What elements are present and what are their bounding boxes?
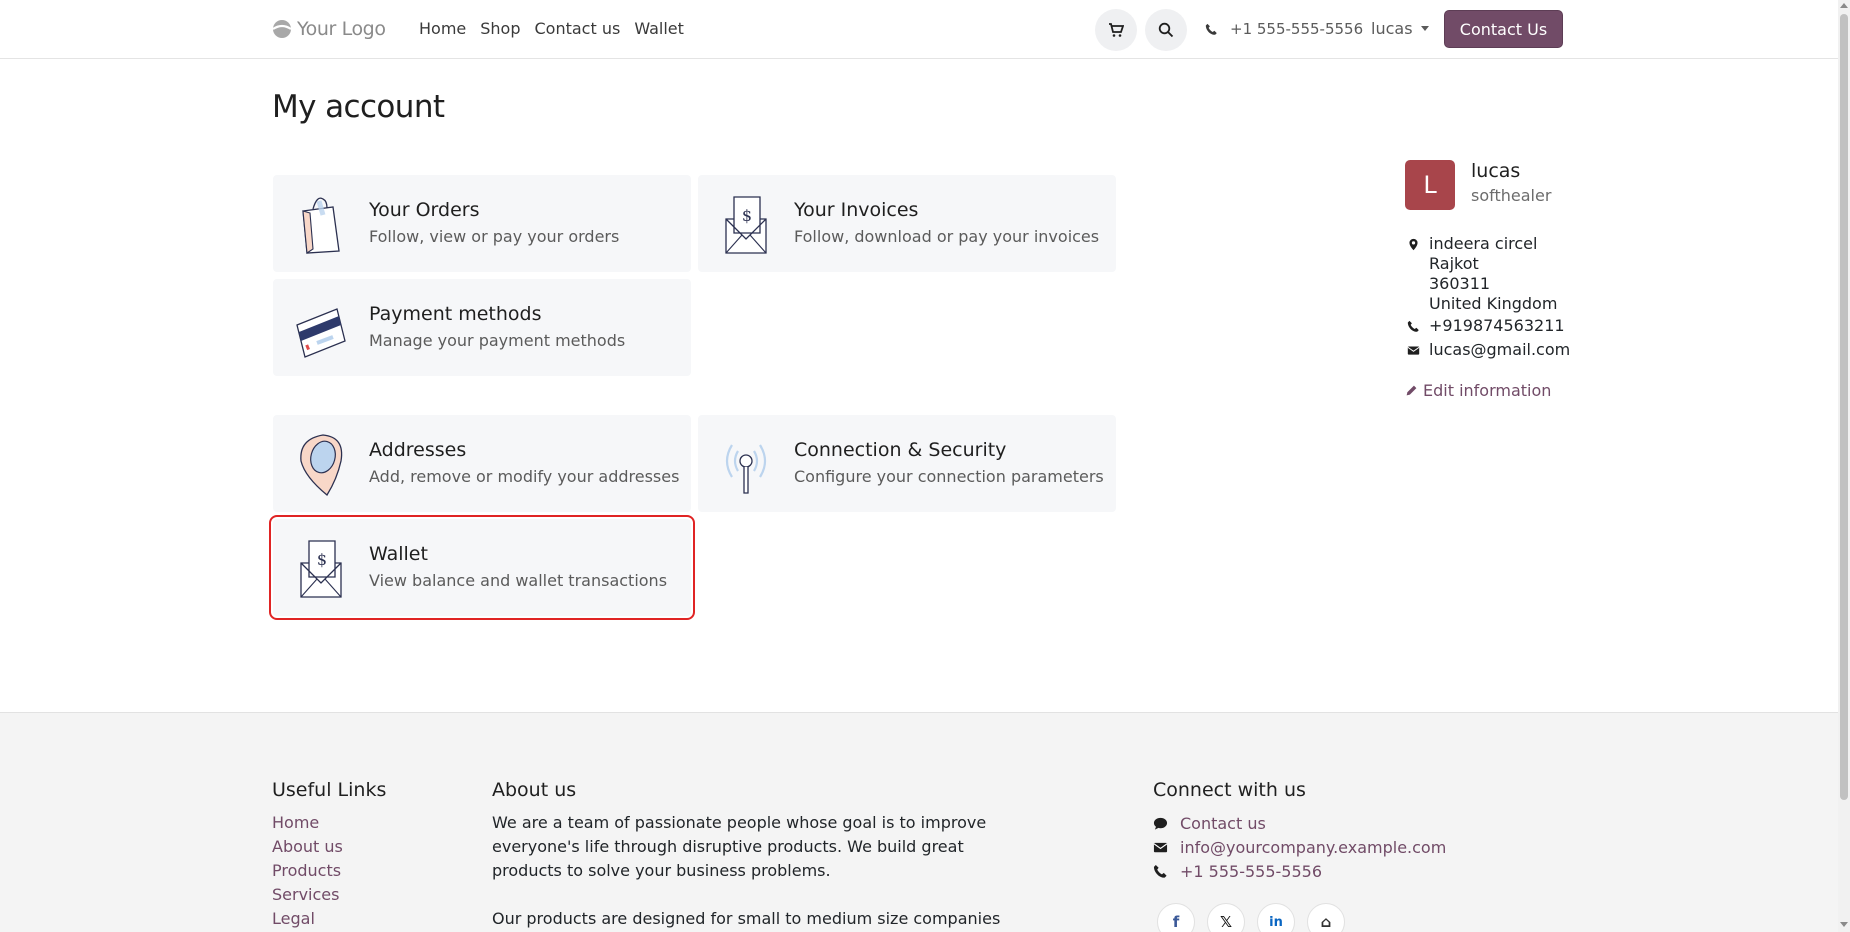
user-menu-dropdown[interactable]: lucas [1371,19,1429,38]
map-marker-icon [1405,236,1421,252]
footer-about-paragraph: Our products are designed for small to m… [492,909,1001,928]
card-description: Follow, view or pay your orders [369,227,620,246]
footer-about-title: About us [492,779,577,801]
footer-link-legal[interactable]: Legal [272,909,315,928]
card-title: Payment methods [369,303,542,325]
social-links: f 𝕏 in ⌂ [1157,903,1345,932]
site-logo[interactable]: Your Logo [272,16,386,42]
profile-email-address: lucas@gmail.com [1429,340,1571,359]
facebook-icon[interactable]: f [1157,903,1195,932]
chevron-down-icon [1420,26,1429,31]
footer-about-text: We are a team of passionate people whose… [492,811,1012,932]
site-header: Your Logo Home Shop Contact us Wallet +1… [0,0,1838,59]
footer-link-home[interactable]: Home [272,813,319,832]
wallet-envelope-icon: $ [300,540,342,598]
scroll-down-arrow-icon[interactable] [1840,922,1848,927]
header-phone[interactable]: +1 555-555-5556 [1205,20,1363,38]
scrollbar-thumb[interactable] [1840,14,1848,800]
address-line: United Kingdom [1429,294,1558,313]
credit-card-icon [296,308,346,358]
footer-email-link[interactable]: info@yourcompany.example.com [1180,838,1446,857]
phone-icon [1153,864,1167,878]
card-your-invoices[interactable]: $ Your Invoices Follow, download or pay … [698,175,1116,272]
nav-wallet[interactable]: Wallet [634,19,684,38]
address-line: 360311 [1429,274,1491,293]
phone-icon [1205,23,1217,35]
profile-phone-number: +919874563211 [1429,316,1565,335]
chat-bubble-icon [1153,817,1168,830]
address-line: indeera circel [1429,234,1538,253]
home-icon[interactable]: ⌂ [1307,903,1345,932]
footer-connect-title: Connect with us [1153,779,1306,801]
edit-information-label: Edit information [1423,381,1552,400]
footer-contact-us-link[interactable]: Contact us [1180,814,1266,833]
user-menu-name: lucas [1371,19,1413,38]
footer-useful-links: Home About us Products Services Legal [272,811,343,931]
profile-address: indeera circel Rajkot 360311 United King… [1405,234,1557,314]
contact-us-button[interactable]: Contact Us [1444,10,1563,48]
nav-shop[interactable]: Shop [480,19,520,38]
card-wallet[interactable]: $ Wallet View balance and wallet transac… [269,515,695,620]
footer-phone-link[interactable]: +1 555-555-5556 [1180,862,1322,881]
address-line: Rajkot [1429,254,1479,273]
phone-icon [1405,318,1421,334]
envelope-icon [1153,842,1168,852]
footer-link-about-us[interactable]: About us [272,837,343,856]
logo-icon [272,20,292,38]
location-pin-icon [300,434,343,496]
page-scrollbar[interactable] [1838,0,1850,932]
card-description: Add, remove or modify your addresses [369,467,680,486]
card-description: Follow, download or pay your invoices [794,227,1100,246]
scroll-up-arrow-icon[interactable] [1840,3,1848,8]
main-nav: Home Shop Contact us Wallet [419,19,684,38]
footer-useful-links-title: Useful Links [272,779,387,801]
card-payment-methods[interactable]: Payment methods Manage your payment meth… [273,279,691,376]
card-title: Your Invoices [794,199,919,221]
edit-information-link[interactable]: Edit information [1405,381,1551,400]
card-title: Addresses [369,439,467,461]
x-twitter-icon[interactable]: 𝕏 [1207,903,1245,932]
logo-text: Your Logo [297,18,386,40]
antenna-icon [725,444,767,494]
card-your-orders[interactable]: Your Orders Follow, view or pay your ord… [273,175,691,272]
card-title: Wallet [369,543,428,565]
profile-email: lucas@gmail.com [1405,340,1570,360]
card-description: View balance and wallet transactions [369,571,668,590]
footer-about-paragraph: We are a team of passionate people whose… [492,813,987,880]
avatar: L [1405,160,1455,210]
header-phone-number: +1 555-555-5556 [1230,20,1364,38]
card-addresses[interactable]: Addresses Add, remove or modify your add… [273,415,691,512]
card-title: Connection & Security [794,439,1007,461]
page-title: My account [272,89,445,125]
profile-company: softhealer [1471,186,1552,205]
search-icon [1158,22,1174,38]
card-description: Configure your connection parameters [794,467,1104,486]
nav-contact-us[interactable]: Contact us [535,19,621,38]
profile-phone: +919874563211 [1405,316,1565,336]
envelope-icon [1405,342,1421,358]
site-footer: Useful Links Home About us Products Serv… [0,712,1838,932]
card-title: Your Orders [369,199,480,221]
pencil-icon [1406,385,1417,396]
profile-name: lucas [1471,160,1521,182]
card-description: Manage your payment methods [369,331,626,350]
linkedin-icon[interactable]: in [1257,903,1295,932]
shopping-bag-icon [302,197,340,254]
nav-home[interactable]: Home [419,19,466,38]
invoice-envelope-icon: $ [725,196,767,254]
footer-connect: Contact us info@yourcompany.example.com … [1153,811,1446,883]
svg-text:$: $ [742,206,752,225]
cart-button[interactable] [1095,9,1137,51]
search-button[interactable] [1145,9,1187,51]
cart-icon [1109,23,1124,37]
footer-link-products[interactable]: Products [272,861,341,880]
footer-link-services[interactable]: Services [272,885,339,904]
svg-text:$: $ [317,550,327,569]
card-connection-security[interactable]: Connection & Security Configure your con… [698,415,1116,512]
